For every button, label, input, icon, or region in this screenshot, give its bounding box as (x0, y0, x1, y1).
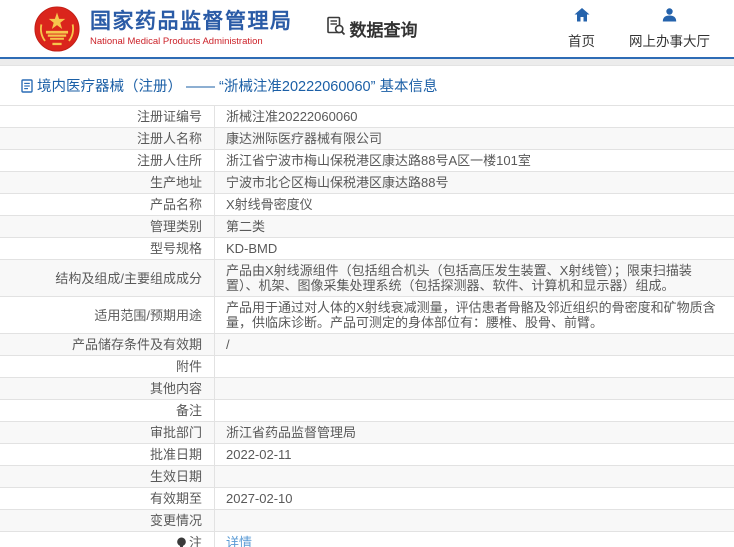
table-row: 附件 (0, 356, 734, 378)
data-query-label: 数据查询 (349, 21, 418, 40)
table-row: 注详情 (0, 532, 734, 547)
table-row: 批准日期 2022-02-11 (0, 444, 734, 466)
logo-title-en: National Medical Products Administration (90, 36, 263, 47)
home-icon (574, 7, 590, 27)
row-label: 注册证编号 (0, 106, 215, 127)
detail-link[interactable]: 详情 (226, 535, 252, 547)
table-row: 变更情况 (0, 510, 734, 532)
title-section: 境内医疗器械（注册） —— “浙械注准20222060060” 基本信息 (0, 66, 734, 105)
row-label: 注 (0, 532, 215, 547)
person-icon (662, 7, 677, 27)
nav-home[interactable]: 首页 (568, 7, 595, 50)
row-value (215, 466, 734, 487)
table-row: 有效期至 2027-02-10 (0, 488, 734, 510)
row-label: 批准日期 (0, 444, 215, 465)
table-row: 产品储存条件及有效期 / (0, 334, 734, 356)
table-row: 适用范围/预期用途 产品用于通过对人体的X射线衰减测量，评估患者骨骼及邻近组织的骨… (0, 297, 734, 334)
table-row: 注册证编号 浙械注准20222060060 (0, 106, 734, 128)
gray-strip (0, 59, 734, 66)
row-value: 宁波市北仑区梅山保税港区康达路88号 (226, 175, 449, 190)
lightbulb-icon (176, 537, 187, 547)
table-row: 注册人住所 浙江省宁波市梅山保税港区康达路88号A区一楼101室 (0, 150, 734, 172)
row-label: 备注 (0, 400, 215, 421)
row-label: 注册人住所 (0, 150, 215, 171)
logo-title-cn: 国家药品监督管理局 (90, 10, 293, 33)
row-value: 2022-02-11 (226, 447, 292, 462)
row-value: KD-BMD (226, 241, 278, 256)
row-label: 适用范围/预期用途 (0, 297, 215, 333)
nav-online-service-hall[interactable]: 网上办事大厅 (629, 7, 710, 50)
table-row: 产品名称 X射线骨密度仪 (0, 194, 734, 216)
row-value (215, 400, 734, 421)
row-value: 浙械注准20222060060 (226, 109, 358, 124)
nmpa-logo[interactable]: 国家药品监督管理局 National Medical Products Admi… (34, 5, 293, 52)
table-row: 备注 (0, 400, 734, 422)
row-value: 浙江省药品监督管理局 (226, 425, 357, 440)
row-value (215, 510, 734, 531)
nav-online-service-hall-label: 网上办事大厅 (629, 33, 710, 49)
data-query-tab[interactable]: 数据查询 (325, 15, 418, 42)
row-label: 型号规格 (0, 238, 215, 259)
row-value: 2027-02-10 (226, 491, 293, 506)
table-row: 其他内容 (0, 378, 734, 400)
row-label: 生效日期 (0, 466, 215, 487)
row-label: 管理类别 (0, 216, 215, 237)
nav-home-label: 首页 (568, 33, 595, 49)
row-label: 产品名称 (0, 194, 215, 215)
header-nav: 首页 网上办事大厅 (568, 7, 710, 50)
row-value: 产品用于通过对人体的X射线衰减测量，评估患者骨骼及邻近组织的骨密度和矿物质含量，… (226, 300, 716, 330)
row-label: 结构及组成/主要组成成分 (0, 260, 215, 296)
table-row: 型号规格 KD-BMD (0, 238, 734, 260)
row-value (215, 378, 734, 399)
china-national-emblem-icon (34, 5, 80, 52)
row-value: 第二类 (226, 219, 266, 234)
info-table: 注册证编号 浙械注准20222060060 注册人名称 康达洲际医疗器械有限公司 注册人… (0, 105, 734, 547)
table-row: 注册人名称 康达洲际医疗器械有限公司 (0, 128, 734, 150)
row-value: 康达洲际医疗器械有限公司 (226, 131, 383, 146)
table-row: 管理类别 第二类 (0, 216, 734, 238)
row-label: 生产地址 (0, 172, 215, 193)
row-label: 附件 (0, 356, 215, 377)
document-icon (21, 78, 33, 93)
row-label: 审批部门 (0, 422, 215, 443)
page-title: 境内医疗器械（注册） —— “浙械注准20222060060” 基本信息 (21, 75, 734, 96)
table-row: 生产地址 宁波市北仑区梅山保税港区康达路88号 (0, 172, 734, 194)
page-title-text: 境内医疗器械（注册） —— “浙械注准20222060060” 基本信息 (37, 79, 438, 95)
row-value: 产品由X射线源组件（包括组合机头（包括高压发生装置、X射线管）；限束扫描装置）、… (226, 263, 692, 293)
row-value: 详情 (215, 532, 734, 547)
row-value: X射线骨密度仪 (226, 197, 313, 212)
row-value: / (226, 337, 230, 352)
table-row: 审批部门 浙江省药品监督管理局 (0, 422, 734, 444)
table-row: 结构及组成/主要组成成分 产品由X射线源组件（包括组合机头（包括高压发生装置、X射… (0, 260, 734, 297)
row-label: 产品储存条件及有效期 (0, 334, 215, 355)
document-search-icon (325, 15, 347, 42)
row-label: 其他内容 (0, 378, 215, 399)
logo-text: 国家药品监督管理局 National Medical Products Admi… (90, 10, 293, 47)
row-label: 注册人名称 (0, 128, 215, 149)
row-value (215, 356, 734, 377)
row-label: 变更情况 (0, 510, 215, 531)
row-label: 有效期至 (0, 488, 215, 509)
row-value: 浙江省宁波市梅山保税港区康达路88号A区一楼101室 (226, 153, 531, 168)
table-row: 生效日期 (0, 466, 734, 488)
header: 国家药品监督管理局 National Medical Products Admi… (0, 0, 734, 57)
